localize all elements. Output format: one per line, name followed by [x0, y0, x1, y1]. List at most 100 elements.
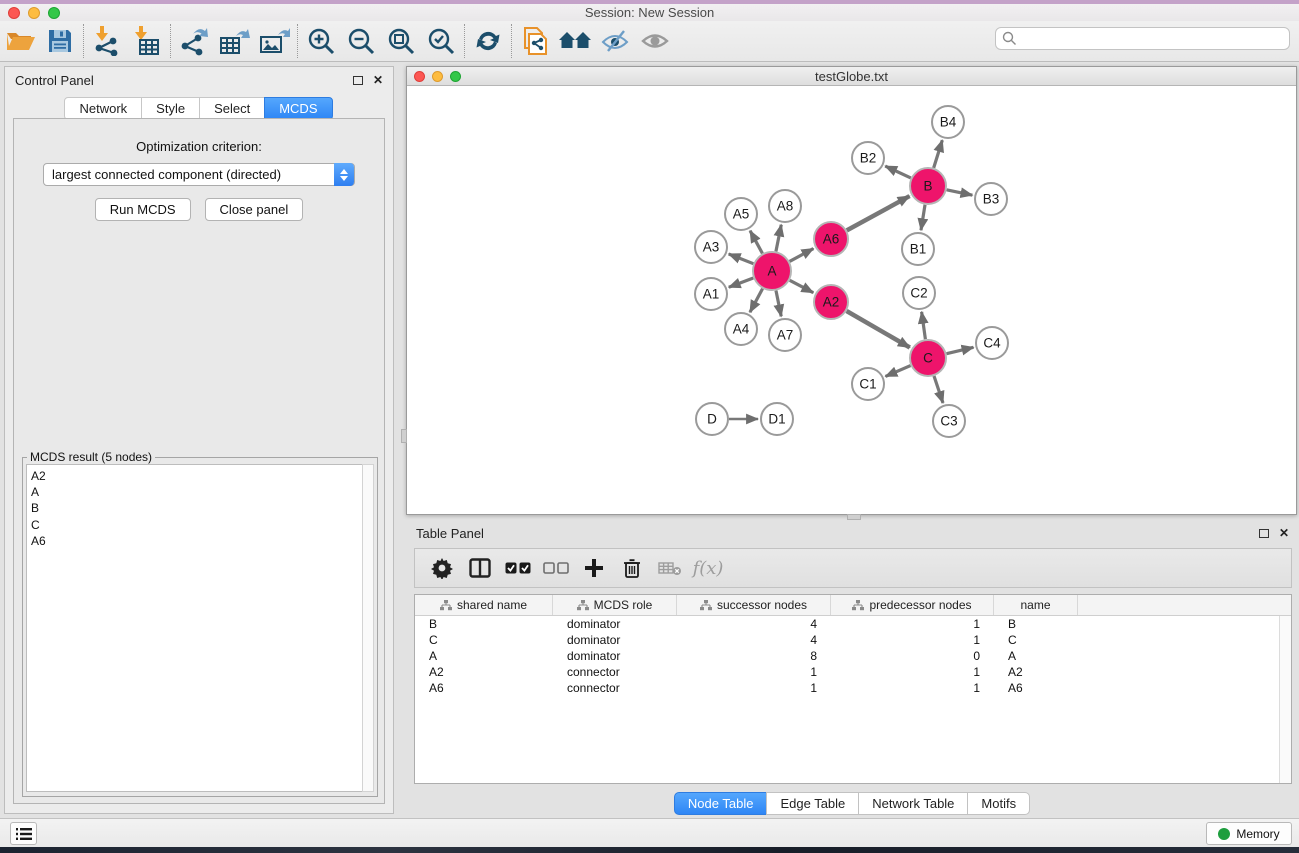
graph-node-B[interactable]: B — [910, 168, 946, 204]
cell-successor-nodes[interactable]: 1 — [677, 681, 831, 695]
hide-graphics-details-button[interactable] — [595, 23, 635, 59]
cell-MCDS-role[interactable]: dominator — [553, 649, 677, 663]
export-network-button[interactable] — [174, 23, 214, 59]
memory-button[interactable]: Memory — [1206, 822, 1292, 845]
graph-node-A3[interactable]: A3 — [695, 231, 727, 263]
tab-motifs[interactable]: Motifs — [967, 792, 1030, 815]
column-header-predecessor-nodes[interactable]: predecessor nodes — [831, 595, 994, 615]
show-graphics-details-button[interactable] — [635, 23, 675, 59]
home-button[interactable] — [555, 23, 595, 59]
graph-edge-B-B4[interactable] — [934, 140, 943, 168]
search-input[interactable] — [1017, 30, 1289, 48]
close-table-panel-icon[interactable]: ✕ — [1279, 526, 1289, 540]
delete-table-button[interactable] — [651, 560, 689, 576]
cell-shared-name[interactable]: B — [415, 617, 553, 631]
graph-node-D1[interactable]: D1 — [761, 403, 793, 435]
function-builder-button[interactable]: f(x) — [689, 558, 727, 579]
show-columns-button[interactable] — [461, 558, 499, 578]
mcds-result-item[interactable]: C — [31, 517, 362, 533]
graph-node-A8[interactable]: A8 — [769, 190, 801, 222]
unselect-all-button[interactable] — [537, 562, 575, 575]
graph-edge-A-A3[interactable] — [729, 254, 754, 264]
cell-successor-nodes[interactable]: 4 — [677, 617, 831, 631]
run-mcds-button[interactable]: Run MCDS — [95, 198, 191, 221]
float-panel-icon[interactable] — [353, 76, 363, 85]
close-panel-icon[interactable]: ✕ — [373, 73, 383, 87]
graph-edge-B-B2[interactable] — [885, 166, 911, 178]
mcds-result-scrollbar[interactable] — [362, 464, 374, 792]
tab-style[interactable]: Style — [141, 97, 200, 120]
graph-node-C[interactable]: C — [910, 340, 946, 376]
cell-name[interactable]: A — [994, 649, 1078, 663]
cell-shared-name[interactable]: A2 — [415, 665, 553, 679]
graph-node-C3[interactable]: C3 — [933, 405, 965, 437]
task-history-button[interactable] — [10, 822, 37, 845]
graph-node-B4[interactable]: B4 — [932, 106, 964, 138]
column-header-name[interactable]: name — [994, 595, 1078, 615]
graph-edge-C-C3[interactable] — [934, 376, 943, 403]
graph-node-A[interactable]: A — [753, 252, 791, 290]
cell-name[interactable]: C — [994, 633, 1078, 647]
graph-edge-C-C4[interactable] — [946, 347, 973, 353]
graph-node-A2[interactable]: A2 — [814, 285, 848, 319]
cell-successor-nodes[interactable]: 4 — [677, 633, 831, 647]
zoom-out-button[interactable] — [341, 23, 381, 59]
refresh-view-button[interactable] — [468, 23, 508, 59]
import-network-button[interactable] — [87, 23, 127, 59]
graph-node-D[interactable]: D — [696, 403, 728, 435]
network-canvas[interactable]: B4B2BB3A5A8A6A3B1AA1C2A2A4A7CC4C1C3DD1 — [407, 87, 1296, 514]
cell-predecessor-nodes[interactable]: 1 — [831, 633, 994, 647]
cell-shared-name[interactable]: A6 — [415, 681, 553, 695]
table-row[interactable]: A2connector11A2 — [415, 664, 1291, 680]
tab-select[interactable]: Select — [199, 97, 265, 120]
zoom-fit-button[interactable] — [381, 23, 421, 59]
mcds-result-item[interactable]: A6 — [31, 533, 362, 549]
select-all-button[interactable] — [499, 562, 537, 575]
graph-node-A4[interactable]: A4 — [725, 313, 757, 345]
table-row[interactable]: A6connector11A6 — [415, 680, 1291, 696]
graph-edge-A-A6[interactable] — [790, 249, 814, 262]
tab-edge-table[interactable]: Edge Table — [766, 792, 859, 815]
cell-predecessor-nodes[interactable]: 1 — [831, 665, 994, 679]
cell-shared-name[interactable]: C — [415, 633, 553, 647]
table-row[interactable]: Cdominator41C — [415, 632, 1291, 648]
cell-shared-name[interactable]: A — [415, 649, 553, 663]
graph-edge-A-A7[interactable] — [776, 291, 781, 317]
mcds-result-list[interactable]: A2ABCA6 — [26, 464, 363, 792]
graph-node-A5[interactable]: A5 — [725, 198, 757, 230]
graph-edge-C-C1[interactable] — [885, 366, 910, 377]
graph-node-A6[interactable]: A6 — [814, 222, 848, 256]
graph-edge-A-A2[interactable] — [790, 280, 814, 292]
cell-MCDS-role[interactable]: dominator — [553, 617, 677, 631]
graph-edge-C-C2[interactable] — [922, 312, 926, 339]
add-column-button[interactable] — [575, 558, 613, 578]
graph-edge-B-B3[interactable] — [947, 190, 973, 195]
delete-column-button[interactable] — [613, 558, 651, 579]
float-table-panel-icon[interactable] — [1259, 529, 1269, 538]
tab-network[interactable]: Network — [64, 97, 142, 120]
table-options-button[interactable] — [423, 557, 461, 579]
graph-edge-A-A5[interactable] — [750, 231, 762, 254]
graph-node-C1[interactable]: C1 — [852, 368, 884, 400]
graph-edge-A-A8[interactable] — [776, 225, 781, 252]
criterion-dropdown[interactable]: largest connected component (directed) — [43, 163, 355, 186]
graph-edge-A6-B[interactable] — [847, 196, 910, 230]
cell-name[interactable]: B — [994, 617, 1078, 631]
search-field[interactable] — [995, 27, 1290, 50]
cell-predecessor-nodes[interactable]: 1 — [831, 617, 994, 631]
network-window-titlebar[interactable]: testGlobe.txt — [407, 67, 1296, 86]
column-header-MCDS-role[interactable]: MCDS role — [553, 595, 677, 615]
table-row[interactable]: Bdominator41B — [415, 616, 1291, 632]
graph-edge-A-A4[interactable] — [750, 289, 763, 313]
graph-node-C4[interactable]: C4 — [976, 327, 1008, 359]
mcds-result-item[interactable]: A — [31, 484, 362, 500]
open-file-button[interactable] — [0, 23, 40, 59]
mcds-result-item[interactable]: A2 — [31, 468, 362, 484]
graph-node-A7[interactable]: A7 — [769, 319, 801, 351]
cell-name[interactable]: A2 — [994, 665, 1078, 679]
graph-edge-B-B1[interactable] — [921, 205, 925, 230]
cell-MCDS-role[interactable]: connector — [553, 681, 677, 695]
zoom-in-button[interactable] — [301, 23, 341, 59]
mcds-result-item[interactable]: B — [31, 500, 362, 516]
graph-node-A1[interactable]: A1 — [695, 278, 727, 310]
